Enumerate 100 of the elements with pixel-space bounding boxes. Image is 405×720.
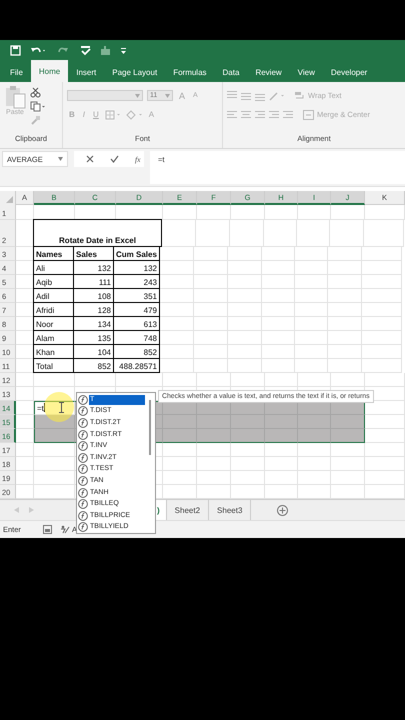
grid-cell xyxy=(328,261,362,275)
spell-check-icon[interactable] xyxy=(80,44,91,56)
grid-cell xyxy=(197,373,231,387)
align-right-icon[interactable] xyxy=(255,110,265,120)
grid-cell xyxy=(163,471,197,485)
selected-cell xyxy=(298,429,331,443)
macro-record-icon[interactable] xyxy=(42,525,52,534)
grid-cell xyxy=(228,247,262,261)
grid-cell xyxy=(262,275,295,289)
grid-cell xyxy=(160,275,194,289)
grid-cell xyxy=(295,345,328,359)
font-name-field[interactable] xyxy=(67,90,143,101)
grid-cell xyxy=(262,345,295,359)
grid-cell xyxy=(298,205,331,220)
grid-cell xyxy=(194,345,228,359)
grid-cell xyxy=(162,220,196,247)
grid-cell xyxy=(194,247,228,261)
grid-cell xyxy=(362,261,402,275)
grid-cell xyxy=(362,275,402,289)
grid-cell xyxy=(194,303,228,317)
grid-cell xyxy=(262,261,295,275)
orientation-icon[interactable] xyxy=(269,90,285,100)
grid-cell xyxy=(262,247,295,261)
accessibility-icon[interactable] xyxy=(60,525,70,534)
grid-cell xyxy=(331,457,365,471)
ribbon-tab[interactable]: Page Layout xyxy=(104,63,166,82)
grid-cell xyxy=(362,359,402,373)
ribbon-tab[interactable]: Home xyxy=(30,60,68,82)
grid-cell xyxy=(163,373,197,387)
grid-cell xyxy=(265,205,298,220)
grid-cell xyxy=(362,317,402,331)
ribbon-tab[interactable]: File xyxy=(2,63,31,82)
grid-cell xyxy=(362,247,402,261)
select-all-icon[interactable] xyxy=(6,196,13,203)
caret-icon xyxy=(135,94,140,98)
grid-cell xyxy=(262,303,295,317)
grid-cell xyxy=(331,443,365,457)
grid-cell xyxy=(163,205,197,220)
grid-cell xyxy=(16,471,34,485)
ribbon-tab[interactable]: Developer xyxy=(322,63,376,82)
grid-cell xyxy=(362,303,402,317)
checkmark-icon[interactable] xyxy=(110,155,119,163)
scroll-right-icon[interactable] xyxy=(29,507,34,513)
grid-cell xyxy=(298,471,331,485)
grid-cell xyxy=(328,359,362,373)
grid-cell xyxy=(230,220,264,247)
ribbon-tab[interactable]: Formulas xyxy=(165,63,215,82)
grid-cell xyxy=(330,220,364,247)
grid-cell xyxy=(163,443,197,457)
grid-cell xyxy=(16,387,34,401)
table-cell: Total xyxy=(33,358,74,373)
grid-cell xyxy=(16,205,34,220)
selected-cell xyxy=(163,429,197,443)
grid-cell xyxy=(298,457,331,471)
borders-icon[interactable] xyxy=(104,110,121,120)
ribbon-tab[interactable]: Review xyxy=(247,63,290,82)
fill-color-icon[interactable] xyxy=(124,110,143,120)
grid-cell xyxy=(228,345,262,359)
copy-icon[interactable] xyxy=(30,101,46,112)
increase-indent-icon[interactable] xyxy=(283,110,293,120)
grid-cell xyxy=(328,289,362,303)
align-middle-icon[interactable] xyxy=(241,90,251,100)
grid-cell xyxy=(194,261,228,275)
grid-cell xyxy=(231,443,265,457)
grid-cell xyxy=(328,275,362,289)
grid-cell xyxy=(16,443,34,457)
grid-cell xyxy=(228,261,262,275)
grid-cell xyxy=(197,471,231,485)
cancel-icon[interactable] xyxy=(86,155,94,163)
grid-cell xyxy=(264,220,297,247)
table-cell: 488.28571 xyxy=(113,358,160,373)
text-cursor-icon xyxy=(59,402,64,413)
active-cell[interactable]: =t xyxy=(34,401,75,415)
merge-icon xyxy=(303,110,314,120)
sheet-tab[interactable]: ) xyxy=(155,500,167,520)
grid-cell xyxy=(231,457,265,471)
ribbon-tab[interactable]: View xyxy=(290,63,323,82)
scissors-icon[interactable] xyxy=(30,87,41,98)
selected-cell xyxy=(197,429,231,443)
grid-cell xyxy=(295,359,328,373)
add-sheet-icon[interactable] xyxy=(277,504,288,516)
grid-cell xyxy=(295,317,328,331)
align-top-icon[interactable] xyxy=(227,90,237,100)
grid-cell xyxy=(160,359,194,373)
grid-cell xyxy=(328,303,362,317)
grid-cell xyxy=(295,331,328,345)
grid-cell xyxy=(228,303,262,317)
grid-cell xyxy=(194,275,228,289)
ribbon-tab[interactable]: Data xyxy=(214,63,248,82)
grid-cell xyxy=(160,261,194,275)
align-center-icon[interactable] xyxy=(241,110,251,120)
decrease-indent-icon[interactable] xyxy=(269,110,279,120)
save-icon[interactable] xyxy=(10,44,21,56)
align-left-icon[interactable] xyxy=(227,110,237,120)
grid-cell xyxy=(331,373,365,387)
grid-cell xyxy=(295,275,328,289)
scroll-left-icon[interactable] xyxy=(14,507,19,513)
grid-cell xyxy=(231,373,265,387)
grid-cell xyxy=(34,471,75,485)
ribbon-tab[interactable]: Insert xyxy=(68,63,104,82)
